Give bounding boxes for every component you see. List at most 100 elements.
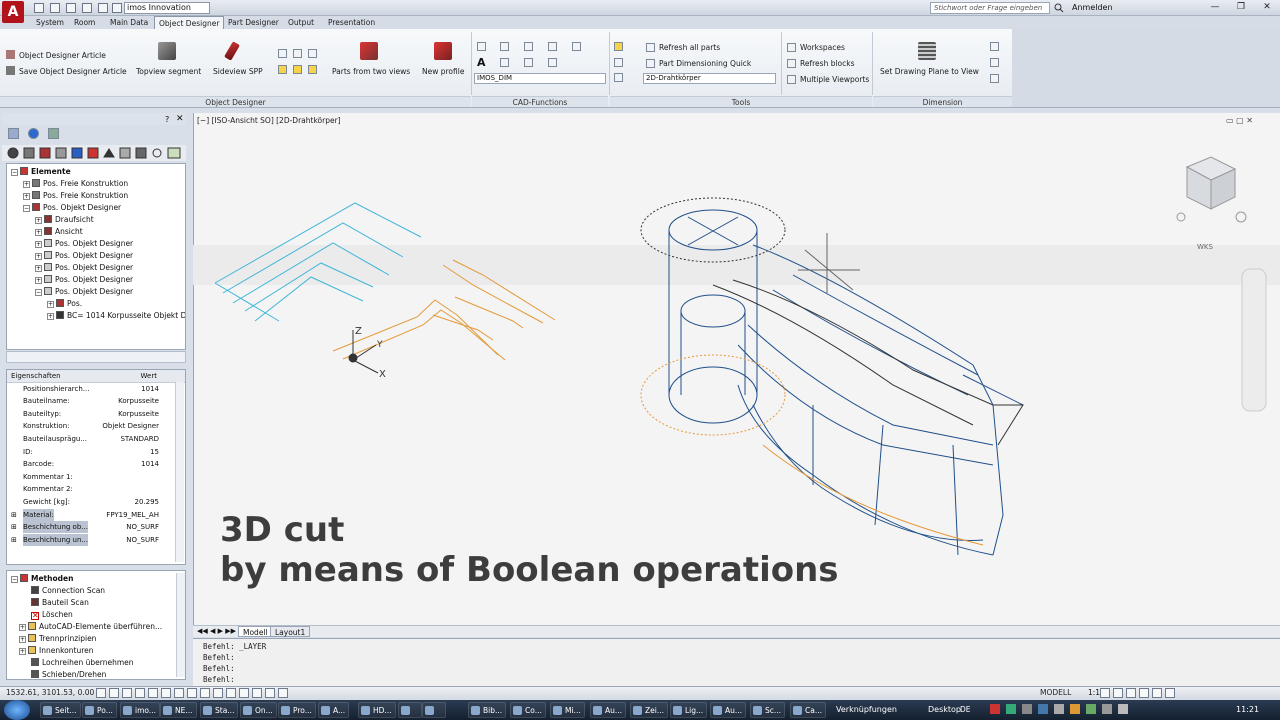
line-icon[interactable] bbox=[500, 42, 509, 51]
pencil-icon[interactable] bbox=[524, 42, 533, 51]
palette-tab-icon[interactable] bbox=[8, 128, 19, 139]
app-menu-icon[interactable]: A bbox=[2, 1, 24, 23]
refresh-all-parts-button[interactable]: Refresh all parts bbox=[659, 43, 720, 52]
tray-icon[interactable] bbox=[990, 704, 1000, 714]
taskbar-clock[interactable]: 11:21 bbox=[1236, 705, 1259, 714]
taskbar-app[interactable] bbox=[398, 702, 422, 718]
tree-item[interactable]: + Pos. Objekt Designer bbox=[11, 238, 185, 250]
taskbar-app[interactable]: Po... bbox=[82, 702, 117, 718]
tray-icon[interactable] bbox=[1086, 704, 1096, 714]
print-icon[interactable] bbox=[82, 3, 92, 13]
layout-nav-arrows[interactable]: ◀◀ ◀ ▶ ▶▶ bbox=[197, 627, 236, 635]
bulb-icon-2[interactable] bbox=[293, 65, 302, 74]
tab-layout1[interactable]: Layout1 bbox=[270, 626, 311, 637]
methods-root[interactable]: − Methoden bbox=[11, 573, 185, 585]
tree-horizontal-scrollbar[interactable] bbox=[6, 351, 186, 363]
set-drawing-plane-button[interactable]: Set Drawing Plane to View bbox=[880, 67, 979, 76]
selection-cycling-icon[interactable] bbox=[252, 688, 262, 698]
property-row[interactable]: Kommentar 1: bbox=[7, 471, 185, 484]
lock-icon[interactable] bbox=[1126, 688, 1136, 698]
sideview-spp-button[interactable]: Sideview SPP bbox=[213, 67, 263, 76]
method-item[interactable]: + Trennprinzipien bbox=[11, 633, 185, 645]
taskbar-app[interactable]: Ca... bbox=[790, 702, 826, 718]
dim-tool-icon-3[interactable] bbox=[990, 74, 999, 83]
tree-item[interactable]: + Pos. Objekt Designer bbox=[11, 274, 185, 286]
workspaces-button[interactable]: Workspaces bbox=[800, 43, 845, 52]
taskbar-app[interactable]: Seit... bbox=[40, 702, 81, 718]
method-item[interactable]: ✕ Löschen bbox=[11, 609, 185, 621]
tray-icon[interactable] bbox=[1006, 704, 1016, 714]
parts-from-two-views-button[interactable]: Parts from two views bbox=[332, 67, 410, 76]
palette-close-icon[interactable]: ✕ bbox=[176, 114, 184, 124]
viewport-horizontal-scrollbar[interactable] bbox=[193, 625, 1280, 637]
tray-icon[interactable] bbox=[1070, 704, 1080, 714]
tab-part-designer[interactable]: Part Designer bbox=[224, 16, 283, 29]
tab-system[interactable]: System bbox=[32, 16, 68, 29]
property-row[interactable]: ID: 15 bbox=[7, 446, 185, 459]
save-icon[interactable] bbox=[66, 3, 76, 13]
volume-icon[interactable] bbox=[1118, 704, 1128, 714]
snap-mode-icon[interactable] bbox=[96, 688, 106, 698]
start-button[interactable] bbox=[4, 700, 30, 720]
undo-icon[interactable] bbox=[98, 3, 108, 13]
object-designer-article-button[interactable]: Object Designer Article bbox=[19, 51, 106, 60]
refresh-blocks-button[interactable]: Refresh blocks bbox=[800, 59, 855, 68]
desktop-toolbar-label[interactable]: Desktop bbox=[928, 705, 961, 714]
cad-drawing[interactable]: Z X Y WKS bbox=[193, 125, 1280, 623]
bulb-icon[interactable] bbox=[278, 65, 287, 74]
ortho-mode-icon[interactable] bbox=[122, 688, 132, 698]
language-indicator[interactable]: DE bbox=[960, 705, 971, 714]
taskbar-toolbar-label[interactable]: Verknüpfungen bbox=[836, 705, 897, 714]
property-row[interactable]: Bauteilausprägu... STANDARD bbox=[7, 433, 185, 446]
align-icon[interactable] bbox=[548, 58, 557, 67]
taskbar-app[interactable]: Au... bbox=[590, 702, 627, 718]
methods-panel[interactable]: − Methoden Connection Scan Bauteil Scan ✕… bbox=[6, 570, 186, 680]
tree-item[interactable]: + BC= 1014 Korpusseite Objekt De bbox=[11, 310, 185, 322]
property-row[interactable]: Bauteilname: Korpusseite bbox=[7, 395, 185, 408]
tree-item[interactable]: + Pos. Objekt Designer bbox=[11, 262, 185, 274]
search-icon[interactable] bbox=[1054, 3, 1064, 13]
taskbar-app[interactable]: imo... bbox=[120, 702, 160, 718]
viewport-window-controls[interactable]: ▭ ▢ ✕ bbox=[1226, 116, 1253, 125]
tray-icon[interactable] bbox=[1054, 704, 1064, 714]
help-icon[interactable]: ? bbox=[165, 115, 169, 124]
expand-icon[interactable]: ⊞ bbox=[11, 509, 17, 521]
tree-item[interactable]: − Pos. Objekt Designer bbox=[11, 286, 185, 298]
login-link[interactable]: Anmelden bbox=[1072, 2, 1113, 14]
taskbar-app[interactable]: Sc... bbox=[750, 702, 786, 718]
tab-main-data[interactable]: Main Data bbox=[106, 16, 152, 29]
tree-toolbar-icons[interactable] bbox=[6, 146, 186, 160]
transparency-icon[interactable] bbox=[226, 688, 236, 698]
grid-icon[interactable] bbox=[278, 49, 287, 58]
bulb-icon-3[interactable] bbox=[308, 65, 317, 74]
tab-presentation[interactable]: Presentation bbox=[324, 16, 379, 29]
viewcube[interactable] bbox=[1176, 156, 1247, 223]
part-dimensioning-quick-button[interactable]: Part Dimensioning Quick bbox=[659, 59, 751, 68]
tree-item[interactable]: + Draufsicht bbox=[11, 214, 185, 226]
property-row[interactable]: ⊞ Beschichtung un... NO_SURF bbox=[7, 533, 185, 547]
methods-scrollbar[interactable] bbox=[176, 573, 185, 677]
system-tray-icons[interactable] bbox=[990, 704, 1220, 716]
properties-scrollbar[interactable] bbox=[175, 382, 184, 562]
taskbar-app[interactable]: Mi... bbox=[550, 702, 585, 718]
dyn-input-icon[interactable] bbox=[200, 688, 210, 698]
otrack-icon[interactable] bbox=[174, 688, 184, 698]
expand-icon[interactable]: ⊞ bbox=[11, 534, 17, 546]
tab-room[interactable]: Room bbox=[70, 16, 99, 29]
taskbar-app[interactable]: On... bbox=[240, 702, 277, 718]
taskbar-app[interactable]: Bib... bbox=[468, 702, 507, 718]
navigation-bar[interactable] bbox=[1241, 268, 1267, 412]
save-object-designer-article-button[interactable]: Save Object Designer Article bbox=[19, 67, 127, 76]
tab-output[interactable]: Output bbox=[284, 16, 318, 29]
tolerance-icon[interactable] bbox=[524, 58, 533, 67]
dim-tool-icon-2[interactable] bbox=[990, 58, 999, 67]
palette-tab-3-icon[interactable] bbox=[48, 128, 59, 139]
polar-mode-icon[interactable] bbox=[135, 688, 145, 698]
new-profile-button[interactable]: New profile bbox=[422, 67, 464, 76]
property-row[interactable]: Positionshierarch... 1014 bbox=[7, 383, 185, 396]
new-file-icon[interactable] bbox=[34, 3, 44, 13]
minimize-button[interactable]: — bbox=[1202, 0, 1228, 14]
method-item[interactable]: + AutoCAD-Elemente überführen... bbox=[11, 621, 185, 633]
dim-tool-icon[interactable] bbox=[990, 42, 999, 51]
tree-item[interactable]: − Pos. Objekt Designer bbox=[11, 202, 185, 214]
